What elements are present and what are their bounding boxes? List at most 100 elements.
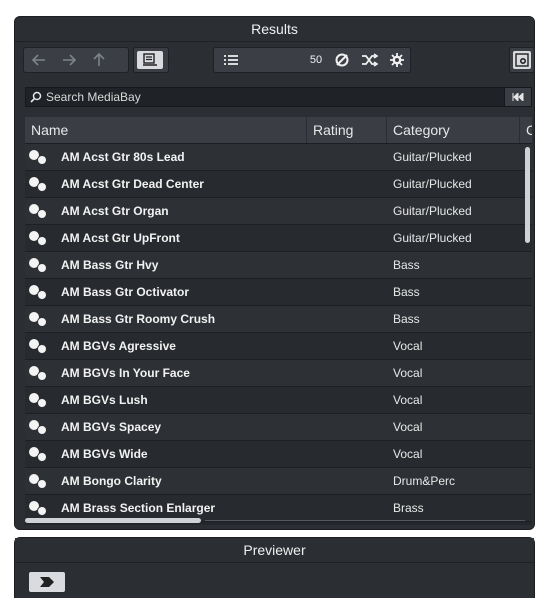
table-row[interactable]: AM BGVs In Your Face Vocal	[25, 360, 532, 387]
shuffle-button[interactable]	[356, 48, 384, 72]
table-row[interactable]: AM Acst Gtr Organ Guitar/Plucked	[25, 198, 532, 225]
previewer-insert-button[interactable]	[29, 572, 65, 592]
table-header: Name Rating Category C	[25, 117, 532, 144]
preset-icon	[29, 500, 51, 516]
table-row[interactable]: AM Bass Gtr Roomy Crush Bass	[25, 306, 532, 333]
preset-name: AM BGVs In Your Face	[61, 366, 190, 380]
arrow-right-icon	[63, 54, 76, 66]
cell-name: AM Acst Gtr Organ	[25, 203, 307, 219]
cell-name: AM Bongo Clarity	[25, 473, 307, 489]
up-button[interactable]	[84, 48, 114, 72]
preset-icon	[29, 257, 51, 273]
horizontal-scrollbar[interactable]	[25, 517, 532, 525]
table-row[interactable]: AM Acst Gtr UpFront Guitar/Plucked	[25, 225, 532, 252]
column-header-category[interactable]: Category	[387, 117, 520, 143]
vertical-scrollbar[interactable]	[525, 147, 530, 243]
cell-name: AM Acst Gtr 80s Lead	[25, 149, 307, 165]
insert-arrow-icon	[40, 577, 54, 587]
cell-name: AM BGVs Agressive	[25, 338, 307, 354]
preset-icon	[29, 311, 51, 327]
cell-name: AM BGVs Lush	[25, 392, 307, 408]
forward-button[interactable]	[54, 48, 84, 72]
preset-name: AM Acst Gtr Dead Center	[61, 177, 204, 191]
cell-category: Bass	[393, 285, 420, 299]
cell-category: Vocal	[393, 339, 423, 353]
column-header-rating[interactable]: Rating	[307, 117, 387, 143]
cell-name: AM Bass Gtr Roomy Crush	[25, 311, 307, 327]
preset-name: AM Acst Gtr Organ	[61, 204, 169, 218]
gear-icon	[390, 53, 404, 67]
results-count[interactable]: 50	[304, 48, 328, 72]
preset-icon	[29, 230, 51, 246]
cell-category: Vocal	[393, 366, 423, 380]
cell-name: AM Acst Gtr Dead Center	[25, 176, 307, 192]
search-icon	[30, 91, 42, 103]
cell-name: AM BGVs Wide	[25, 446, 307, 462]
list-view-button[interactable]	[214, 48, 248, 72]
cell-name: AM Acst Gtr UpFront	[25, 230, 307, 246]
table-body: AM Acst Gtr 80s Lead Guitar/Plucked AM Acs…	[25, 144, 532, 522]
column-header-extra[interactable]: C	[520, 117, 532, 143]
preset-icon	[29, 473, 51, 489]
horizontal-scroll-thumb[interactable]	[25, 518, 201, 523]
preset-icon	[29, 446, 51, 462]
search-input[interactable]: Search MediaBay	[46, 90, 504, 104]
cell-category: Guitar/Plucked	[393, 150, 472, 164]
preset-icon	[29, 419, 51, 435]
settings-button[interactable]	[384, 48, 410, 72]
setup-group	[509, 47, 534, 73]
preset-name: AM Bass Gtr Octivator	[61, 285, 190, 299]
window-gear-icon	[515, 53, 529, 67]
table-row[interactable]: AM Acst Gtr 80s Lead Guitar/Plucked	[25, 144, 532, 171]
refresh-button[interactable]	[328, 48, 356, 72]
reset-search-button[interactable]	[504, 88, 531, 106]
cell-category: Bass	[393, 312, 420, 326]
preset-name: AM BGVs Lush	[61, 393, 148, 407]
table-row[interactable]: AM Bass Gtr Octivator Bass	[25, 279, 532, 306]
preset-name: AM BGVs Spacey	[61, 420, 162, 434]
cell-name: AM Bass Gtr Hvy	[25, 257, 307, 273]
table-row[interactable]: AM BGVs Wide Vocal	[25, 441, 532, 468]
cell-category: Guitar/Plucked	[393, 231, 472, 245]
preset-name: AM BGVs Wide	[61, 447, 148, 461]
preset-name: AM Bass Gtr Roomy Crush	[61, 312, 216, 326]
cell-name: AM BGVs In Your Face	[25, 365, 307, 381]
preset-name: AM Acst Gtr UpFront	[61, 231, 180, 245]
table-row[interactable]: AM BGVs Spacey Vocal	[25, 414, 532, 441]
cell-category: Vocal	[393, 393, 423, 407]
preset-icon	[29, 365, 51, 381]
preset-name: AM Bongo Clarity	[61, 474, 162, 488]
preset-name: AM BGVs Agressive	[61, 339, 176, 353]
cell-category: Brass	[393, 501, 424, 515]
folder-list-icon	[143, 53, 157, 66]
back-button[interactable]	[24, 48, 54, 72]
search-bar: Search MediaBay	[25, 87, 532, 107]
table-row[interactable]: AM Bass Gtr Hvy Bass	[25, 252, 532, 279]
table-row[interactable]: AM BGVs Lush Vocal	[25, 387, 532, 414]
table-row[interactable]: AM Acst Gtr Dead Center Guitar/Plucked	[25, 171, 532, 198]
results-table: Name Rating Category C AM Acst Gtr 80s L…	[25, 117, 532, 525]
arrow-left-icon	[32, 54, 45, 66]
rewind-icon	[512, 93, 524, 101]
shuffle-icon	[362, 53, 379, 67]
navigation-group	[23, 47, 129, 73]
preset-icon	[29, 284, 51, 300]
cell-name: AM Bass Gtr Octivator	[25, 284, 307, 300]
list-icon	[224, 55, 238, 65]
arrow-up-icon	[93, 53, 105, 66]
cell-category: Vocal	[393, 447, 423, 461]
table-row[interactable]: AM BGVs Agressive Vocal	[25, 333, 532, 360]
column-header-name[interactable]: Name	[25, 117, 307, 143]
locations-button[interactable]	[137, 51, 163, 69]
preset-icon	[29, 203, 51, 219]
previewer-panel: Previewer	[14, 537, 535, 598]
cell-category: Bass	[393, 258, 420, 272]
previewer-title: Previewer	[15, 538, 534, 563]
location-group	[133, 47, 169, 73]
table-row[interactable]: AM Bongo Clarity Drum&Perc	[25, 468, 532, 495]
preset-icon	[29, 176, 51, 192]
cell-category: Drum&Perc	[393, 474, 456, 488]
cell-category: Vocal	[393, 420, 423, 434]
preset-name: AM Brass Section Enlarger	[61, 501, 216, 515]
setup-window-button[interactable]	[513, 51, 531, 69]
